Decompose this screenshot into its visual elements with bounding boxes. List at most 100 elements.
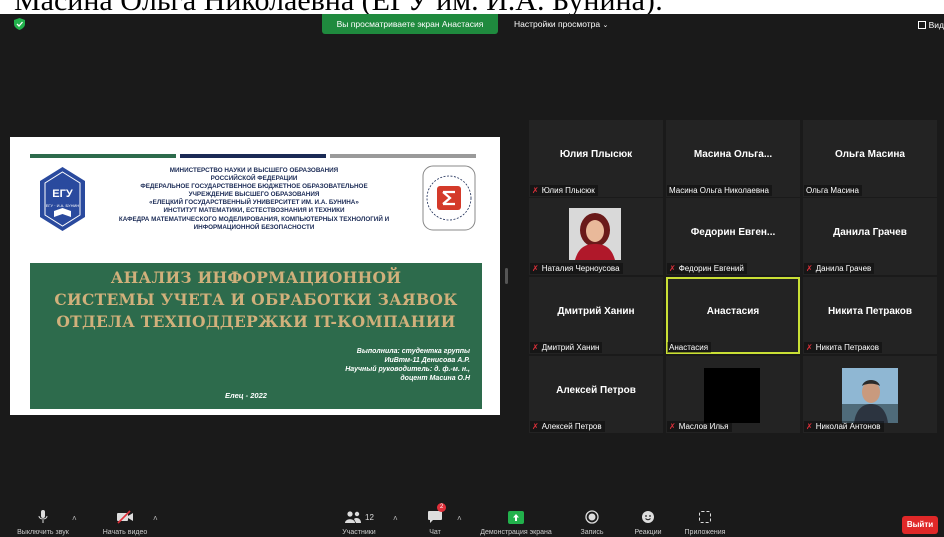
participants-count: 12 bbox=[365, 512, 374, 522]
participant-name: Юлия Плысюк bbox=[559, 149, 633, 160]
record-button[interactable]: Запись bbox=[572, 500, 612, 537]
participant-tile[interactable]: Алексей Петров ✗ Алексей Петров bbox=[529, 356, 663, 433]
participant-name: Никита Петраков bbox=[827, 306, 913, 317]
grid-view-icon bbox=[917, 21, 926, 29]
credit-line: доцент Масина О.Н bbox=[400, 375, 470, 382]
participant-tile[interactable]: Никита Петраков ✗ Никита Петраков bbox=[803, 277, 937, 354]
shared-screen-slide: ЕГУ ЕГУ · И.А. БУНИН МИНИСТЕРСТВО НАУКИ … bbox=[10, 137, 500, 415]
participant-tile[interactable]: Данила Грачев ✗ Данила Грачев bbox=[803, 198, 937, 275]
mic-muted-icon: ✗ bbox=[532, 186, 539, 195]
credit-line: ИиВтм-11 Денисова А.Р. bbox=[384, 357, 470, 364]
participant-label: Анастасия bbox=[667, 342, 712, 353]
chevron-down-icon: ⌄ bbox=[602, 22, 609, 29]
participant-label: ✗ Федорин Евгений bbox=[667, 263, 747, 274]
participant-name: Масина Ольга... bbox=[693, 149, 773, 160]
participant-label: ✗ Данила Грачев bbox=[804, 263, 875, 274]
participant-name: Ольга Масина bbox=[835, 149, 905, 160]
apps-button[interactable]: Приложения bbox=[676, 500, 734, 537]
participant-name: Федорин Евген... bbox=[690, 227, 776, 238]
svg-text:ЕГУ · И.А. БУНИН: ЕГУ · И.А. БУНИН bbox=[46, 203, 80, 208]
mute-button[interactable]: Выключить звук bbox=[8, 500, 78, 537]
slide-color-bars bbox=[30, 154, 480, 158]
microphone-icon bbox=[38, 510, 48, 524]
university-logo: ЕГУ ЕГУ · И.А. БУНИН bbox=[40, 167, 85, 231]
header-line: МИНИСТЕРСТВО НАУКИ И ВЫСШЕГО ОБРАЗОВАНИЯ bbox=[169, 167, 339, 174]
mic-muted-icon: ✗ bbox=[532, 343, 539, 352]
apps-icon bbox=[699, 510, 711, 524]
record-label: Запись bbox=[580, 529, 604, 536]
chat-badge: 2 bbox=[437, 503, 447, 512]
mic-muted-icon: ✗ bbox=[806, 422, 813, 431]
participant-tile[interactable]: Юлия Плысюк ✗ Юлия Плысюк bbox=[529, 120, 663, 197]
participant-tile[interactable]: Федорин Евген... ✗ Федорин Евгений bbox=[666, 198, 800, 275]
participant-tile[interactable]: Дмитрий Ханин ✗ Дмитрий Ханин bbox=[529, 277, 663, 354]
participants-icon: 12 bbox=[344, 510, 374, 524]
participant-name: Алексей Петров bbox=[556, 385, 636, 396]
participant-video-black bbox=[704, 368, 760, 423]
split-view-handle[interactable] bbox=[505, 268, 508, 284]
participant-name: Данила Грачев bbox=[833, 227, 907, 238]
active-speaker-tile[interactable]: Анастасия Анастасия bbox=[666, 277, 800, 354]
share-screen-button[interactable]: Демонстрация экрана bbox=[468, 500, 564, 537]
chat-label: Чат bbox=[429, 529, 441, 536]
view-mode-label: Вид bbox=[928, 20, 944, 30]
participant-photo bbox=[569, 208, 621, 260]
chat-icon: 2 bbox=[428, 503, 447, 524]
record-icon bbox=[585, 510, 599, 524]
view-options-label: Настройки просмотра bbox=[514, 19, 601, 29]
participant-tile[interactable]: ✗ Николай Антонов bbox=[803, 356, 937, 433]
share-screen-icon bbox=[508, 510, 524, 524]
slide-credits: Выполнила: студентка группы ИиВтм-11 Ден… bbox=[250, 347, 470, 383]
chevron-up-icon[interactable]: ˄ bbox=[393, 514, 398, 523]
mic-muted-icon: ✗ bbox=[806, 264, 813, 273]
smiley-icon bbox=[641, 510, 655, 524]
title-line: АНАЛИЗ ИНФОРМАЦИОННОЙ bbox=[110, 268, 402, 287]
video-off-icon bbox=[116, 510, 134, 524]
participant-tile[interactable]: Ольга Масина Ольга Масина bbox=[803, 120, 937, 197]
participant-label: ✗ Николай Антонов bbox=[804, 421, 884, 432]
logo-text: ЕГУ bbox=[52, 188, 73, 200]
apps-label: Приложения bbox=[684, 529, 726, 536]
slide-header: МИНИСТЕРСТВО НАУКИ И ВЫСШЕГО ОБРАЗОВАНИЯ… bbox=[100, 167, 408, 232]
participant-label: ✗ Алексей Петров bbox=[530, 421, 605, 432]
participants-button[interactable]: 12 Участники bbox=[334, 500, 384, 537]
title-line: ОТДЕЛА ТЕХПОДДЕРЖКИ IT-КОМПАНИИ bbox=[56, 312, 456, 331]
participant-label: Масина Ольга Николаевна bbox=[667, 185, 772, 196]
participant-label: ✗ Никита Петраков bbox=[804, 342, 882, 353]
meeting-topbar: Вы просматриваете экран Анастасия Настро… bbox=[0, 14, 944, 36]
mic-muted-icon: ✗ bbox=[669, 422, 676, 431]
header-line: РОССИЙСКОЙ ФЕДЕРАЦИИ bbox=[210, 175, 298, 183]
reactions-label: Реакции bbox=[634, 529, 662, 536]
participant-label: ✗ Дмитрий Ханин bbox=[530, 342, 603, 353]
share-screen-label: Демонстрация экрана bbox=[480, 529, 552, 536]
start-video-button[interactable]: Начать видео bbox=[90, 500, 160, 537]
participant-tile[interactable]: ✗ Маслов Илья bbox=[666, 356, 800, 433]
title-line: СИСТЕМЫ УЧЕТА И ОБРАБОТКИ ЗАЯВОК bbox=[54, 290, 458, 309]
credit-line: Научный руководитель: д. ф.-м. н., bbox=[345, 366, 470, 373]
view-mode-button[interactable]: Вид bbox=[917, 18, 944, 32]
slide-city-year: Елец - 2022 bbox=[225, 391, 267, 400]
reactions-button[interactable]: Реакции bbox=[625, 500, 671, 537]
chevron-up-icon[interactable]: ˄ bbox=[153, 514, 158, 523]
participant-name: Дмитрий Ханин bbox=[557, 306, 635, 317]
participant-label: Ольга Масина bbox=[804, 185, 862, 196]
chat-button[interactable]: 2 Чат bbox=[415, 500, 455, 537]
leave-button[interactable]: Выйти bbox=[902, 516, 938, 534]
header-line: ИНФОРМАЦИОННОЙ БЕЗОПАСНОСТИ bbox=[193, 223, 315, 231]
mic-muted-icon: ✗ bbox=[806, 343, 813, 352]
mute-label: Выключить звук bbox=[17, 529, 69, 536]
chevron-up-icon[interactable]: ˄ bbox=[457, 514, 462, 523]
participant-tile[interactable]: ✗ Наталия Черноусова bbox=[529, 198, 663, 275]
participant-label: ✗ Юлия Плысюк bbox=[530, 185, 598, 196]
shield-icon[interactable] bbox=[14, 18, 25, 30]
caption-text: Масина Ольга Николаевна (ЕГУ им. И.А. Бу… bbox=[14, 0, 663, 14]
caption-strip: Масина Ольга Николаевна (ЕГУ им. И.А. Бу… bbox=[0, 0, 944, 14]
header-line: КАФЕДРА МАТЕМАТИЧЕСКОГО МОДЕЛИРОВАНИЯ, К… bbox=[118, 215, 390, 223]
department-logo bbox=[422, 165, 476, 231]
chevron-up-icon[interactable]: ˄ bbox=[72, 514, 77, 523]
view-options-menu[interactable]: Настройки просмотра ⌄ bbox=[514, 14, 608, 34]
participants-label: Участники bbox=[342, 529, 376, 536]
screen-share-banner: Вы просматриваете экран Анастасия bbox=[322, 14, 498, 34]
meeting-toolbar: Выключить звук ˄ Начать видео ˄ 12 Участ… bbox=[0, 500, 944, 537]
participant-tile[interactable]: Масина Ольга... Масина Ольга Николаевна bbox=[666, 120, 800, 197]
